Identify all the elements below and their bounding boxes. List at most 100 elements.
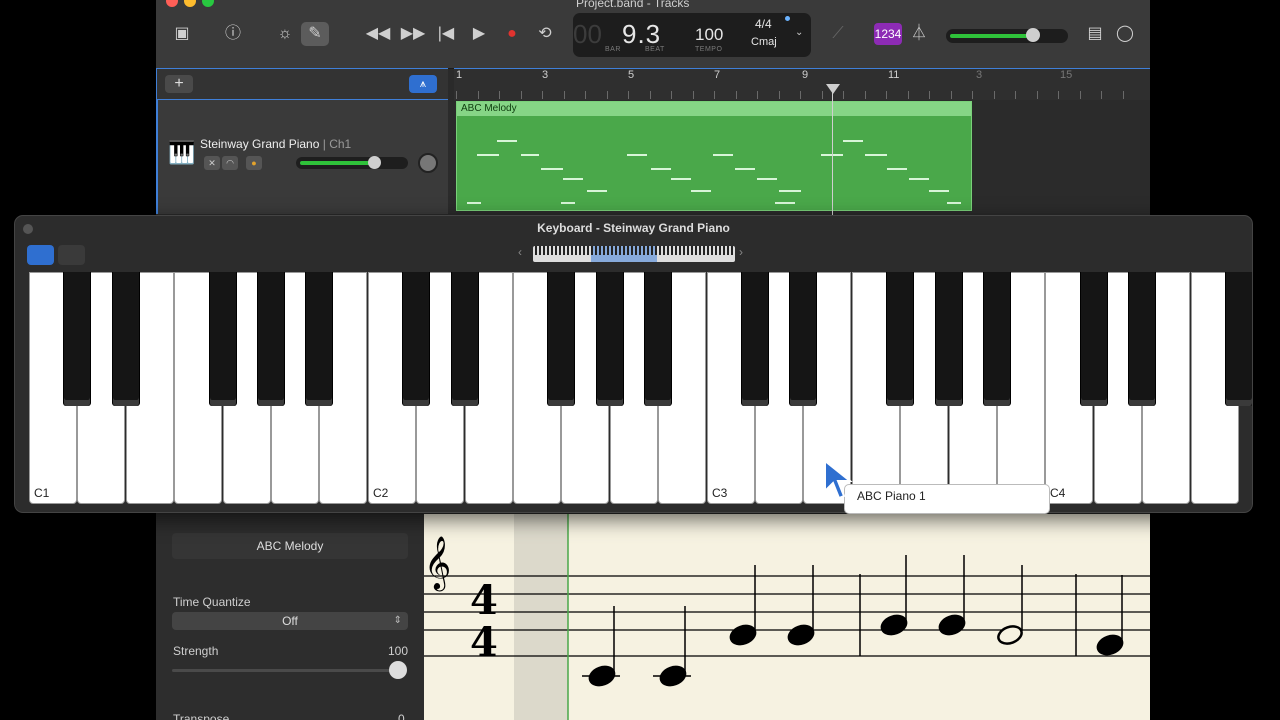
midi-note[interactable] bbox=[865, 154, 887, 156]
midi-note[interactable] bbox=[779, 190, 801, 192]
midi-note[interactable] bbox=[627, 154, 647, 156]
midi-note[interactable] bbox=[651, 168, 671, 170]
rewind-icon[interactable]: ◀◀ bbox=[364, 22, 392, 46]
strength-value: 100 bbox=[388, 644, 409, 658]
midi-note[interactable] bbox=[735, 168, 755, 170]
help-icon[interactable]: ⓘ bbox=[219, 22, 247, 46]
cycle-icon[interactable]: ⟲ bbox=[531, 22, 559, 46]
minimize-window-button[interactable] bbox=[184, 0, 196, 7]
midi-note[interactable] bbox=[909, 178, 929, 180]
track-volume-slider[interactable] bbox=[296, 156, 408, 169]
overview-key bbox=[611, 246, 613, 255]
midi-note[interactable] bbox=[757, 178, 777, 180]
strength-slider[interactable] bbox=[172, 669, 404, 672]
black-key[interactable] bbox=[596, 272, 624, 406]
midi-note[interactable] bbox=[775, 202, 795, 204]
overview-key bbox=[559, 246, 561, 255]
loops-icon[interactable]: ◯ bbox=[1111, 22, 1139, 46]
overview-key bbox=[547, 246, 549, 255]
tuner-icon[interactable]: ⟋ bbox=[824, 22, 852, 46]
close-window-button[interactable] bbox=[166, 0, 178, 7]
midi-note[interactable] bbox=[563, 178, 583, 180]
black-key[interactable] bbox=[741, 272, 769, 406]
add-track-button[interactable]: + bbox=[165, 75, 193, 93]
chevron-left-icon[interactable]: ‹ bbox=[518, 245, 522, 259]
keyboard-range-overview[interactable] bbox=[533, 246, 735, 262]
timeline-ruler[interactable]: 1 3 5 7 9 11 3 15 bbox=[454, 68, 1150, 101]
midi-note[interactable] bbox=[541, 168, 563, 170]
black-key[interactable] bbox=[935, 272, 963, 406]
chevron-right-icon[interactable]: › bbox=[739, 245, 743, 259]
black-key[interactable] bbox=[1225, 272, 1252, 406]
ruler-tick bbox=[865, 91, 866, 99]
midi-note[interactable] bbox=[497, 140, 517, 142]
transpose-label: Transpose bbox=[173, 712, 230, 720]
track-volume-knob[interactable] bbox=[368, 156, 381, 169]
black-key[interactable] bbox=[305, 272, 333, 406]
piano-view-icon[interactable] bbox=[27, 245, 54, 265]
midi-note[interactable] bbox=[947, 202, 961, 204]
mute-icon[interactable]: ✕ bbox=[204, 156, 220, 170]
track-name[interactable]: Steinway Grand Piano | Ch1 bbox=[200, 137, 351, 151]
black-key[interactable] bbox=[886, 272, 914, 406]
typing-keyboard-icon[interactable] bbox=[58, 245, 85, 265]
go-to-start-icon[interactable]: |◀ bbox=[432, 22, 460, 46]
library-icon[interactable]: ▣ bbox=[168, 22, 196, 46]
smart-controls-filter-icon[interactable]: ⩚ bbox=[409, 75, 437, 93]
time-quantize-select[interactable]: Off ⇕ bbox=[172, 612, 408, 630]
playhead[interactable] bbox=[832, 84, 833, 216]
strength-slider-knob[interactable] bbox=[389, 661, 407, 679]
midi-note[interactable] bbox=[713, 154, 733, 156]
lcd-display[interactable]: 00 9.3 BAR BEAT 100 TEMPO 4/4 Cmaj ⌄ bbox=[573, 13, 811, 57]
score-editor[interactable]: 𝄞 4 4 bbox=[424, 514, 1150, 720]
midi-note[interactable] bbox=[671, 178, 691, 180]
metronome-icon[interactable]: ⏃ bbox=[905, 22, 933, 46]
midi-note[interactable] bbox=[691, 190, 711, 192]
midi-note[interactable] bbox=[561, 202, 575, 204]
black-key[interactable] bbox=[402, 272, 430, 406]
midi-note[interactable] bbox=[521, 154, 539, 156]
track-header[interactable]: 🎹 Steinway Grand Piano | Ch1 ✕ ◠ ● bbox=[156, 100, 448, 214]
master-volume-slider[interactable] bbox=[946, 28, 1068, 43]
black-key[interactable] bbox=[209, 272, 237, 406]
ruler-tick bbox=[714, 91, 715, 99]
ruler-tick bbox=[1123, 91, 1124, 99]
ruler-tick bbox=[800, 91, 801, 99]
black-key[interactable] bbox=[644, 272, 672, 406]
headphones-icon[interactable]: ◠ bbox=[222, 156, 238, 170]
midi-note[interactable] bbox=[587, 190, 607, 192]
black-key[interactable] bbox=[547, 272, 575, 406]
overview-key bbox=[715, 246, 717, 255]
overview-key bbox=[607, 246, 609, 255]
midi-note[interactable] bbox=[929, 190, 949, 192]
region-name-field[interactable]: ABC Melody bbox=[172, 533, 408, 559]
black-key[interactable] bbox=[451, 272, 479, 406]
black-key[interactable] bbox=[983, 272, 1011, 406]
midi-note[interactable] bbox=[467, 202, 481, 204]
brightness-icon[interactable]: ☼ bbox=[271, 22, 299, 46]
record-enable-icon[interactable]: ● bbox=[246, 156, 262, 170]
fast-forward-icon[interactable]: ▶▶ bbox=[399, 22, 427, 46]
black-key[interactable] bbox=[63, 272, 91, 406]
black-key[interactable] bbox=[257, 272, 285, 406]
black-key[interactable] bbox=[1080, 272, 1108, 406]
midi-note[interactable] bbox=[477, 154, 499, 156]
zoom-window-button[interactable] bbox=[202, 0, 214, 7]
master-volume-knob[interactable] bbox=[1026, 28, 1040, 42]
pencil-icon[interactable]: ✎ bbox=[301, 22, 329, 46]
play-icon[interactable]: ▶ bbox=[465, 22, 493, 46]
black-key[interactable] bbox=[112, 272, 140, 406]
record-icon[interactable]: ● bbox=[498, 22, 526, 46]
black-key[interactable] bbox=[1128, 272, 1156, 406]
playhead-handle[interactable] bbox=[826, 84, 840, 94]
chevron-down-icon[interactable]: ⌄ bbox=[795, 27, 803, 38]
lcd-time-signature: 4/4 bbox=[755, 17, 772, 31]
notepad-icon[interactable]: ▤ bbox=[1081, 22, 1109, 46]
midi-note[interactable] bbox=[887, 168, 907, 170]
count-in-button[interactable]: 1234 bbox=[874, 23, 902, 45]
lcd-indicator bbox=[785, 16, 790, 21]
midi-region[interactable]: ABC Melody bbox=[456, 101, 972, 211]
track-pan-knob[interactable] bbox=[418, 153, 438, 173]
black-key[interactable] bbox=[789, 272, 817, 406]
midi-note[interactable] bbox=[843, 140, 863, 142]
